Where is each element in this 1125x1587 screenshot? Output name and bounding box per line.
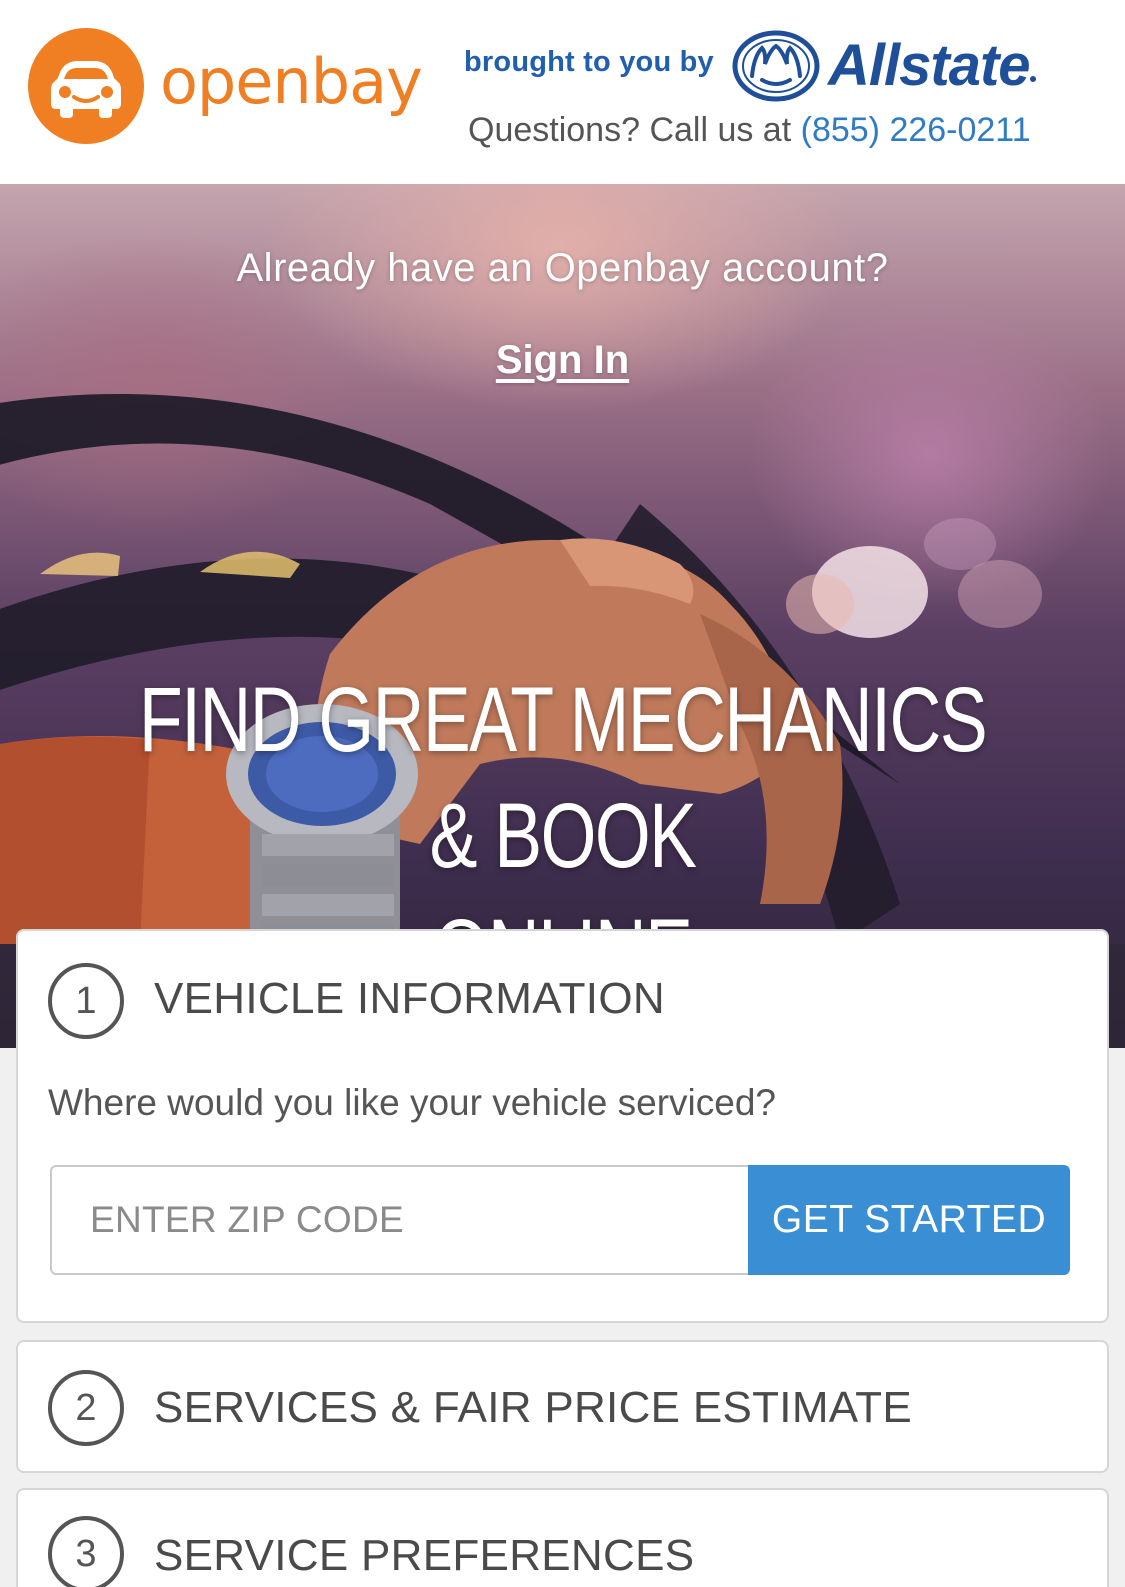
hands-logo-icon	[732, 30, 820, 102]
phone-link[interactable]: (855) 226-0211	[801, 111, 1031, 149]
brought-to-you-by-text: brought to you by	[464, 46, 714, 78]
support-line: Questions? Call us at (855) 226-0211	[468, 108, 1031, 152]
step-3-title[interactable]: SERVICE PREFERENCES	[154, 1528, 694, 1584]
registered-dot	[1030, 76, 1036, 82]
car-face-icon[interactable]	[28, 28, 144, 144]
sign-in-link[interactable]: Sign In	[0, 334, 1125, 386]
service-preferences-card[interactable]: 3 SERVICE PREFERENCES	[16, 1488, 1109, 1587]
hero-banner: Already have an Openbay account? Sign In…	[0, 184, 1125, 1048]
questions-text: Questions? Call us at	[468, 111, 801, 149]
headline-line-1: FIND GREAT MECHANICS & BOOK	[138, 669, 988, 887]
allstate-wordmark: Allstate	[828, 33, 1031, 98]
service-location-question: Where would you like your vehicle servic…	[48, 1082, 777, 1123]
openbay-wordmark[interactable]: openbay	[160, 42, 423, 122]
step-1-title[interactable]: VEHICLE INFORMATION	[154, 971, 665, 1027]
get-started-button[interactable]: GET STARTED	[748, 1165, 1070, 1275]
step-1-number: 1	[48, 963, 124, 1039]
step-2-title[interactable]: SERVICES & FAIR PRICE ESTIMATE	[154, 1380, 912, 1436]
step-2-number: 2	[48, 1370, 124, 1446]
vehicle-information-card: 1 VEHICLE INFORMATION Where would you li…	[16, 929, 1109, 1323]
site-header: openbay brought to you by Allstate Quest…	[0, 0, 1125, 184]
step-3-number: 3	[48, 1516, 124, 1587]
account-prompt: Already have an Openbay account?	[236, 246, 889, 290]
services-estimate-card[interactable]: 2 SERVICES & FAIR PRICE ESTIMATE	[16, 1340, 1109, 1473]
zip-code-input[interactable]	[50, 1165, 750, 1275]
